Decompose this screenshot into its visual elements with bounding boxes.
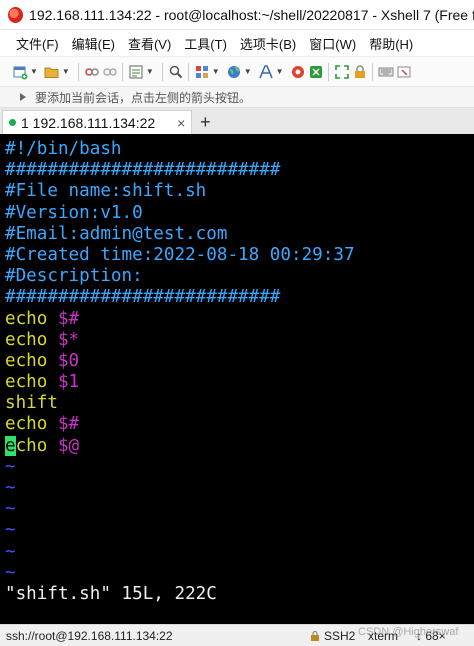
terminal-line: echo $* [5,330,474,351]
toolbar-divider [161,62,163,81]
shell-command: shift [5,393,58,414]
search-icon[interactable] [168,64,184,80]
terminal-line: #Description: [5,266,143,287]
menu-edit[interactable]: 编辑(E) [72,34,115,53]
empty-line-tilde: ~ [5,478,16,498]
terminal-line: echo $0 [5,351,474,372]
shell-variable: $0 [57,350,80,371]
shell-command: echo [5,414,58,435]
terminal-screen[interactable]: #!/bin/bash ########################## #… [0,136,474,624]
compose-icon[interactable] [396,64,412,80]
toolbar-divider [327,62,329,81]
terminal-line: #File name:shift.sh [5,181,207,202]
terminal-line: shift [5,393,474,414]
properties-icon[interactable] [128,64,144,80]
shell-command: echo [5,329,58,350]
text-cursor: e [5,435,16,456]
menu-view[interactable]: 查看(V) [128,34,171,53]
toolbar-divider [371,62,373,81]
lock-icon [311,631,319,641]
toolbar-divider [187,62,189,81]
xmanager-icon[interactable] [308,64,324,80]
terminal-line: #Version:v1.0 [5,202,143,223]
empty-line-tilde: ~ [5,520,16,541]
terminal-line: #Created time:2022-08-18 00:29:37 [5,244,355,265]
toolbar-divider [121,62,123,81]
shell-variable: $# [57,414,80,435]
xftp-icon[interactable] [290,64,306,80]
shell-variable: $# [57,308,80,329]
hint-text: 要添加当前会话，点击左侧的箭头按钮。 [35,90,252,105]
keyboard-icon[interactable] [378,64,394,80]
shell-command: echo [5,308,58,329]
session-hint-bar: 要添加当前会话，点击左侧的箭头按钮。 [0,86,474,108]
xshell-app-icon[interactable] [8,6,24,23]
add-tab-button[interactable]: + [194,111,216,133]
shell-variable: $@ [57,435,80,456]
connected-status-icon [9,119,16,126]
chevron-down-icon[interactable]: ▼ [212,67,220,76]
disconnect-icon[interactable] [102,64,118,80]
terminal-line: ########################## [5,160,281,181]
terminal-line: #!/bin/bash [5,139,122,159]
tab-session-1[interactable]: 1 192.168.111.134:22 × [2,110,193,134]
menu-file[interactable]: 文件(F) [16,34,59,53]
menu-bar: 文件(F) 编辑(E) 查看(V) 工具(T) 选项卡(B) 窗口(W) 帮助(… [0,30,474,56]
chevron-down-icon[interactable]: ▼ [276,67,284,76]
empty-line-tilde: ~ [5,541,16,562]
connection-address: ssh://root@192.168.111.134:22 [6,628,173,643]
globe-icon[interactable] [226,64,242,80]
tab-bar: 1 192.168.111.134:22 × + [0,108,474,134]
arrow-right-icon[interactable] [18,91,30,103]
fullscreen-icon[interactable] [334,64,350,80]
empty-line-tilde: ~ [5,499,16,520]
lock-icon[interactable] [352,64,368,80]
layout-icon[interactable] [194,64,210,80]
font-icon[interactable] [258,64,274,80]
protocol-label: SSH2 [324,628,356,643]
chevron-down-icon[interactable]: ▼ [244,67,252,76]
close-icon[interactable]: × [177,115,185,131]
chevron-down-icon[interactable]: ▼ [30,67,38,76]
terminal-line: echo $# [5,414,474,435]
shell-variable: $1 [57,372,80,393]
empty-line-tilde: ~ [5,562,16,583]
window-title: 192.168.111.134:22 - root@localhost:~/sh… [29,6,474,23]
toolbar-divider [77,62,79,81]
shell-command: cho [15,435,58,456]
empty-line-tilde: ~ [5,456,16,477]
menu-window[interactable]: 窗口(W) [309,34,356,53]
terminal-line: #Email:admin@test.com [5,223,228,244]
toolbar: ▼ ▼ ▼ ▼ ▼ ▼ [0,56,474,86]
shell-command: echo [5,350,58,371]
title-bar: 192.168.111.134:22 - root@localhost:~/sh… [0,0,474,30]
terminal-line: echo $1 [5,372,474,393]
open-folder-icon[interactable] [44,64,60,80]
terminal-line: echo $# [5,309,474,330]
terminal-line: echo $@ [5,435,474,457]
menu-tools[interactable]: 工具(T) [184,34,227,53]
menu-tabs[interactable]: 选项卡(B) [240,34,296,53]
reconnect-icon[interactable] [84,64,100,80]
vim-status-line: "shift.sh" 15L, 222C [5,583,217,604]
chevron-down-icon[interactable]: ▼ [146,67,154,76]
shell-command: echo [5,372,58,393]
shell-variable: $* [57,329,80,350]
menu-help[interactable]: 帮助(H) [369,34,413,53]
terminal-line: ########################## [5,287,281,308]
new-session-icon[interactable] [12,64,28,80]
chevron-down-icon[interactable]: ▼ [62,67,70,76]
watermark: CSDN @Higherswaf [358,626,459,638]
tab-label: 1 192.168.111.134:22 [21,114,156,131]
